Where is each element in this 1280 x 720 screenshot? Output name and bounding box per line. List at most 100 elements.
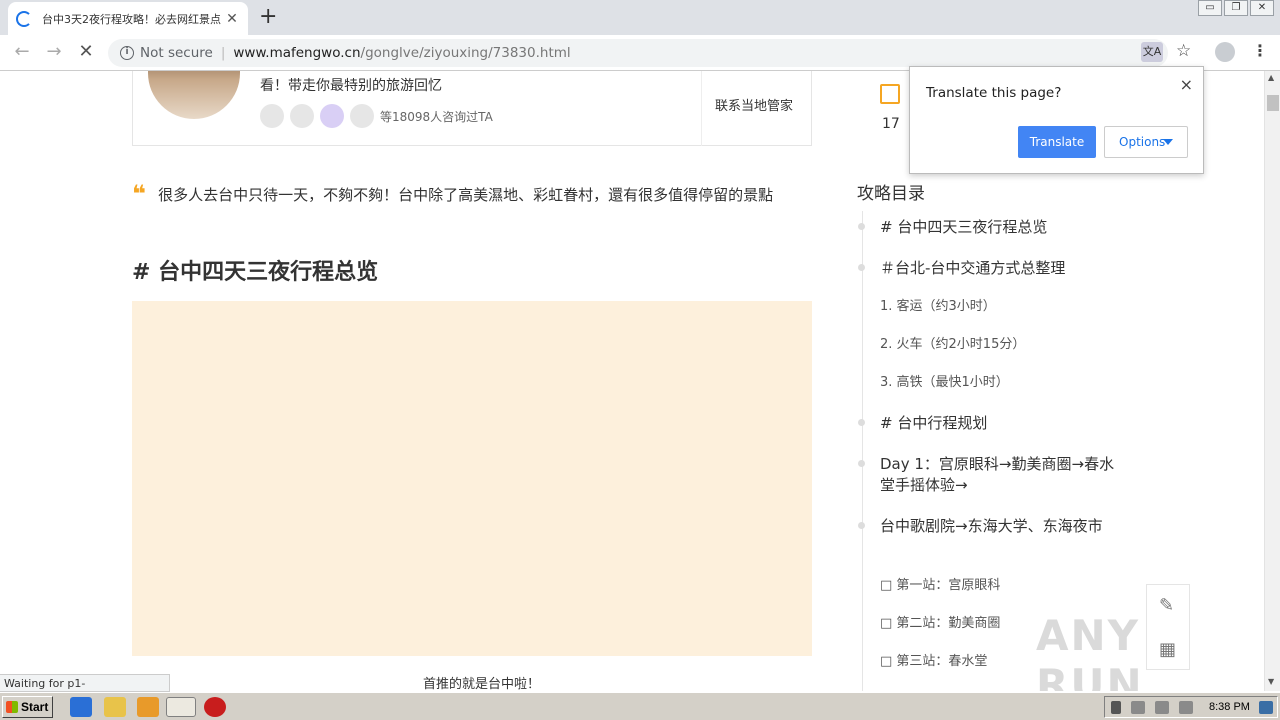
back-icon[interactable]: ← (10, 40, 34, 64)
show-desktop-icon[interactable] (1259, 701, 1273, 714)
bookmark-star-icon[interactable]: ☆ (1176, 41, 1191, 61)
toc-item-label: 3. 高铁（最快1小时） (880, 375, 1009, 390)
toc-dot (858, 522, 865, 529)
tab-title: 台中3天2夜行程攻略！必去网红景点 (42, 12, 221, 26)
volume-icon[interactable] (1155, 701, 1169, 714)
browser-tab[interactable]: 台中3天2夜行程攻略！必去网红景点 ✕ (8, 2, 248, 35)
tab-strip: 台中3天2夜行程攻略！必去网红景点 ✕ + ▭ ❐ ✕ (0, 0, 1280, 35)
media-player-icon[interactable] (137, 697, 159, 717)
author-avatar[interactable] (148, 71, 240, 119)
popup-close-icon[interactable]: × (1180, 75, 1193, 94)
user-avatar-icon (320, 104, 344, 128)
tab-close-icon[interactable]: ✕ (224, 11, 240, 27)
flag-icon[interactable] (1179, 701, 1193, 714)
toc-item-label: 2. 火车（约2小时15分） (880, 337, 1026, 352)
clock: 8:38 PM (1209, 701, 1250, 713)
security-label: Not secure (140, 45, 213, 61)
edit-icon[interactable] (880, 84, 900, 104)
consult-count: 等18098人咨询过TA (380, 109, 493, 124)
qr-code-icon[interactable]: ▦ (1159, 639, 1176, 660)
user-avatar-icon (290, 104, 314, 128)
toc-item[interactable]: Day 1：宫原眼科→勤美商圈→春水堂手摇体验→ (858, 454, 1120, 496)
article-intro: ❝ 很多人去台中只待一天，不夠不夠！台中除了高美濕地、彩虹眷村，還有很多值得停留的… (132, 181, 812, 208)
system-tray: 8:38 PM (1104, 696, 1278, 718)
consult-row: 等18098人咨询过TA (260, 104, 493, 128)
toc-item-label: ＃台北-台中交通方式总整理 (880, 259, 1066, 277)
options-label: Options (1119, 135, 1166, 149)
toc-item-label: Day 1：宫原眼科→勤美商圈→春水堂手摇体验→ (880, 455, 1115, 494)
section-heading: # 台中四天三夜行程总览 (132, 260, 379, 285)
folder-icon[interactable] (104, 697, 126, 717)
toc-subitem[interactable]: □ 第一站：宫原眼科 (880, 576, 1120, 596)
start-label: Start (21, 700, 49, 714)
intro-text: 很多人去台中只待一天，不夠不夠！台中除了高美濕地、彩虹眷村，還有很多值得停留的景… (158, 186, 774, 204)
quote-icon: ❝ (132, 180, 147, 208)
article-text-line: 首推的就是台中啦！ (423, 677, 541, 691)
translate-question: Translate this page? (926, 85, 1062, 101)
scroll-thumb[interactable] (1267, 95, 1279, 111)
toc-item-label: □ 第二站：勤美商圈 (880, 616, 1001, 631)
forward-icon[interactable]: → (42, 40, 66, 64)
toc-item-label: □ 第三站：春水堂 (880, 654, 988, 669)
profile-avatar-icon[interactable] (1215, 42, 1235, 62)
ie-icon[interactable] (70, 697, 92, 717)
pencil-icon[interactable]: ✎ (1159, 595, 1174, 616)
caret-down-icon (1163, 139, 1173, 145)
scroll-down-icon[interactable]: ▼ (1268, 677, 1274, 686)
url-path: /gonglve/ziyouxing/73830.html (360, 45, 571, 61)
scroll-up-icon[interactable]: ▲ (1268, 73, 1274, 82)
toc-item[interactable]: 台中歌剧院→东海大学、东海夜市 (858, 516, 1120, 537)
address-bar[interactable]: i Not secure | www.mafengwo.cn/gonglve/z… (108, 39, 1168, 67)
toc-subitem[interactable]: 3. 高铁（最快1小时） (880, 373, 1120, 393)
window-controls: ▭ ❐ ✕ (1198, 0, 1274, 16)
toc-item-label: 1. 客运（约3小时） (880, 299, 996, 314)
stop-icon[interactable]: ✕ (74, 40, 98, 64)
floating-toolbar: ✎ ▦ (1146, 584, 1190, 670)
close-window-icon[interactable]: ✕ (1250, 0, 1274, 16)
toc-subitem[interactable]: 2. 火车（约2小时15分） (880, 335, 1120, 355)
toc-item-label: □ 第一站：宫原眼科 (880, 578, 1001, 593)
new-tab-button[interactable]: + (259, 5, 277, 29)
toc-title: 攻略目录 (857, 184, 925, 204)
edit-count: 17 (882, 116, 900, 132)
menu-dots-icon[interactable]: ⋮ (1252, 41, 1268, 60)
contact-guide-button[interactable]: 联系当地管家 (701, 71, 812, 146)
start-button[interactable]: Start (2, 696, 53, 718)
windows-logo-icon (6, 701, 18, 713)
translate-popup: Translate this page? × Translate Options (909, 66, 1204, 174)
toc-subitem[interactable]: 1. 客运（约3小时） (880, 297, 1120, 317)
toc-dot (858, 264, 865, 271)
status-bubble: Waiting for p1-q.mafengwo.net... (0, 674, 170, 703)
toc-dot (858, 223, 865, 230)
antivirus-icon[interactable] (204, 697, 226, 717)
info-icon[interactable]: i (120, 46, 134, 60)
toc-dot (858, 419, 865, 426)
article-image-placeholder (132, 301, 812, 656)
translate-button[interactable]: Translate (1018, 126, 1096, 158)
loading-spinner-icon (16, 10, 32, 27)
user-avatar-icon (350, 104, 374, 128)
windows-taskbar: Start 8:38 PM (0, 692, 1280, 720)
toc-item[interactable]: ＃台北-台中交通方式总整理 (858, 258, 1120, 279)
toc-item[interactable]: # 台中四天三夜行程总览 (858, 217, 1120, 238)
minimize-icon[interactable]: ▭ (1198, 0, 1222, 16)
contact-label: 联系当地管家 (715, 99, 794, 114)
toc-item-label: 台中歌剧院→东海大学、东海夜市 (880, 517, 1103, 535)
user-avatar-icon (260, 104, 284, 128)
url-host: www.mafengwo.cn (233, 45, 361, 61)
author-card: 看！带走你最特别的旅游回忆 等18098人咨询过TA 联系当地管家 (132, 71, 812, 146)
toc-item-label: # 台中行程规划 (880, 414, 988, 432)
restore-icon[interactable]: ❐ (1224, 0, 1248, 16)
network-icon[interactable] (1131, 701, 1145, 714)
toc-item-label: # 台中四天三夜行程总览 (880, 218, 1048, 236)
chrome-taskbar-icon[interactable] (166, 697, 196, 717)
toc-item[interactable]: # 台中行程规划 (858, 413, 1120, 434)
translate-icon[interactable]: 文A (1141, 42, 1163, 62)
toc-dot (858, 460, 865, 467)
author-bio: 看！带走你最特别的旅游回忆 (260, 78, 442, 94)
tray-arrow-icon[interactable] (1111, 701, 1121, 714)
options-button[interactable]: Options (1104, 126, 1188, 158)
toc-rail (862, 211, 863, 691)
page-scrollbar[interactable]: ▲ ▼ (1264, 71, 1280, 691)
separator: | (220, 45, 226, 61)
